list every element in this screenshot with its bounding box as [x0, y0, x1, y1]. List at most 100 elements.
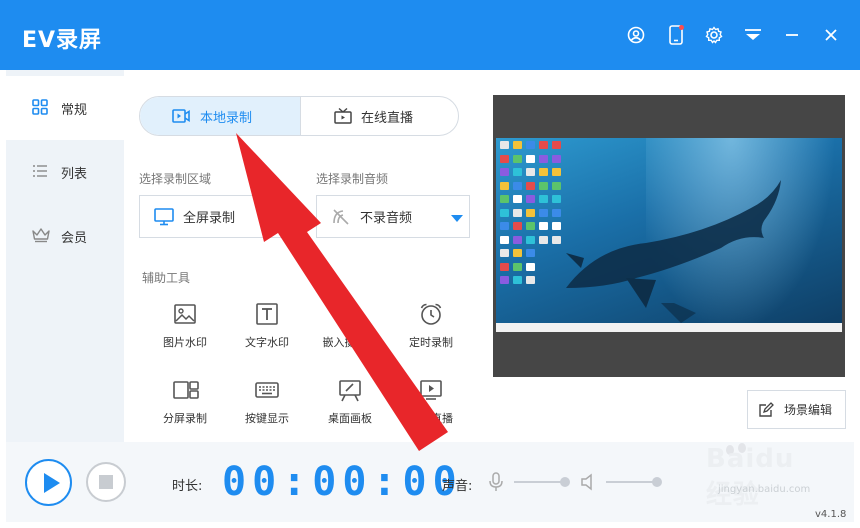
record-area-value: 全屏录制	[183, 211, 236, 226]
tool-image-watermark[interactable]: 图片水印	[141, 302, 227, 358]
desktop-app-icon	[539, 222, 548, 230]
desktop-app-icon	[526, 235, 535, 244]
tab-label: 在线直播	[361, 110, 414, 126]
desktop-app-icon	[552, 141, 561, 149]
scene-edit-label: 场景编辑	[784, 403, 833, 417]
desktop-app-icon	[513, 276, 522, 284]
menu-icon[interactable]	[742, 24, 764, 46]
record-timer: 00:00:00	[222, 459, 463, 505]
tool-key-display[interactable]: 按键显示	[223, 378, 309, 434]
whale-wallpaper	[566, 180, 781, 323]
desktop-app-icon	[539, 235, 548, 244]
desktop-app-icon	[539, 154, 548, 163]
sidebar-item-label: 常规	[61, 102, 88, 118]
record-audio-label: 选择录制音频	[316, 172, 389, 186]
desktop-app-icon	[552, 195, 561, 203]
title-bar: EV录屏	[0, 0, 860, 70]
desktop-app-icon	[526, 262, 535, 271]
desktop-app-icon	[539, 141, 548, 149]
desktop-app-icon	[526, 154, 535, 163]
tool-embed-webcam[interactable]: 嵌入摄像头	[306, 302, 392, 358]
list-icon	[32, 163, 50, 181]
desktop-app-icon	[552, 181, 561, 190]
tool-split-screen[interactable]: 分屏录制	[141, 378, 227, 434]
desktop-app-icon	[552, 235, 561, 244]
tab-local-record[interactable]: 本地录制	[140, 97, 300, 135]
sound-label: 声音:	[442, 479, 473, 494]
desktop-thumbnail	[496, 138, 842, 332]
stop-record-button[interactable]	[86, 462, 126, 502]
desktop-app-icon	[526, 181, 535, 190]
desktop-app-icon	[513, 154, 522, 163]
desktop-app-icon	[500, 249, 509, 257]
phone-icon[interactable]	[665, 24, 687, 46]
version-label: v4.1.8	[815, 509, 847, 520]
sidebar-item-list[interactable]: 列表	[6, 140, 124, 204]
close-icon[interactable]	[820, 24, 842, 46]
user-icon[interactable]	[625, 24, 647, 46]
desktop-app-icon	[500, 276, 509, 284]
crown-icon	[32, 227, 50, 245]
speaker-icon[interactable]	[580, 473, 598, 491]
tool-local-live[interactable]: 本地直播	[387, 378, 473, 434]
split-screen-icon	[173, 378, 199, 402]
microphone-icon[interactable]	[488, 472, 504, 492]
desktop-app-icon	[500, 154, 509, 163]
desktop-app-icon	[526, 195, 535, 203]
desktop-app-icon	[539, 168, 548, 176]
record-audio-select[interactable]: 不录音频	[316, 195, 470, 238]
desktop-app-icon	[552, 154, 561, 163]
sidebar-item-label: 列表	[61, 166, 88, 182]
desktop-app-icon	[513, 168, 522, 176]
desktop-app-icon	[539, 181, 548, 190]
mute-icon	[331, 208, 351, 226]
sidebar-item-label: 会员	[61, 230, 88, 246]
tab-live-stream[interactable]: 在线直播	[300, 97, 458, 135]
desktop-app-icon	[500, 195, 509, 203]
start-record-button[interactable]	[25, 459, 72, 506]
record-area-select[interactable]: 全屏录制	[139, 195, 292, 238]
tool-label: 定时录制	[409, 336, 453, 349]
tool-text-watermark[interactable]: 文字水印	[223, 302, 309, 358]
tool-label: 文字水印	[245, 336, 289, 349]
local-live-icon	[419, 378, 443, 402]
minimize-icon[interactable]	[781, 24, 803, 46]
watermark-url: jingyan.baidu.com	[718, 484, 811, 495]
webcam-icon	[338, 302, 362, 326]
tool-label: 按键显示	[245, 412, 289, 425]
desktop-app-icon	[500, 181, 509, 190]
desktop-app-icon	[513, 249, 522, 257]
desktop-app-icon	[552, 208, 561, 217]
mic-volume-slider[interactable]	[514, 481, 564, 483]
sidebar-item-general[interactable]: 常规	[6, 76, 124, 140]
monitor-icon	[154, 208, 174, 226]
desktop-app-icon	[500, 262, 509, 271]
desktop-app-icon	[513, 141, 522, 149]
baidu-watermark: Baidu经验 jingyan.baidu.com	[660, 440, 810, 510]
record-audio-value: 不录音频	[360, 211, 413, 226]
desktop-app-icon	[513, 222, 522, 230]
desktop-app-icon	[539, 208, 548, 217]
sidebar: 常规 列表 会员	[6, 70, 124, 442]
desktop-app-icon	[526, 168, 535, 176]
desktop-app-icon	[500, 168, 509, 176]
video-camera-icon	[172, 108, 190, 124]
tv-icon	[334, 107, 352, 124]
tool-label: 本地直播	[409, 412, 453, 425]
tool-desktop-board[interactable]: 桌面画板	[306, 378, 392, 434]
scene-edit-button[interactable]: 场景编辑	[747, 390, 846, 429]
speaker-volume-slider[interactable]	[606, 481, 656, 483]
gear-icon[interactable]	[703, 24, 725, 46]
screen-preview	[493, 95, 845, 377]
alarm-icon	[419, 302, 443, 326]
tool-label: 分屏录制	[163, 412, 207, 425]
chevron-down-icon	[451, 215, 463, 222]
sidebar-item-member[interactable]: 会员	[6, 204, 124, 268]
desktop-app-icon	[526, 208, 535, 217]
mic-volume-handle[interactable]	[560, 477, 570, 487]
desktop-app-icon	[526, 222, 535, 230]
image-icon	[173, 302, 197, 326]
desktop-app-icon	[526, 141, 535, 149]
tool-timed-record[interactable]: 定时录制	[387, 302, 473, 358]
desktop-app-icon	[552, 168, 561, 176]
